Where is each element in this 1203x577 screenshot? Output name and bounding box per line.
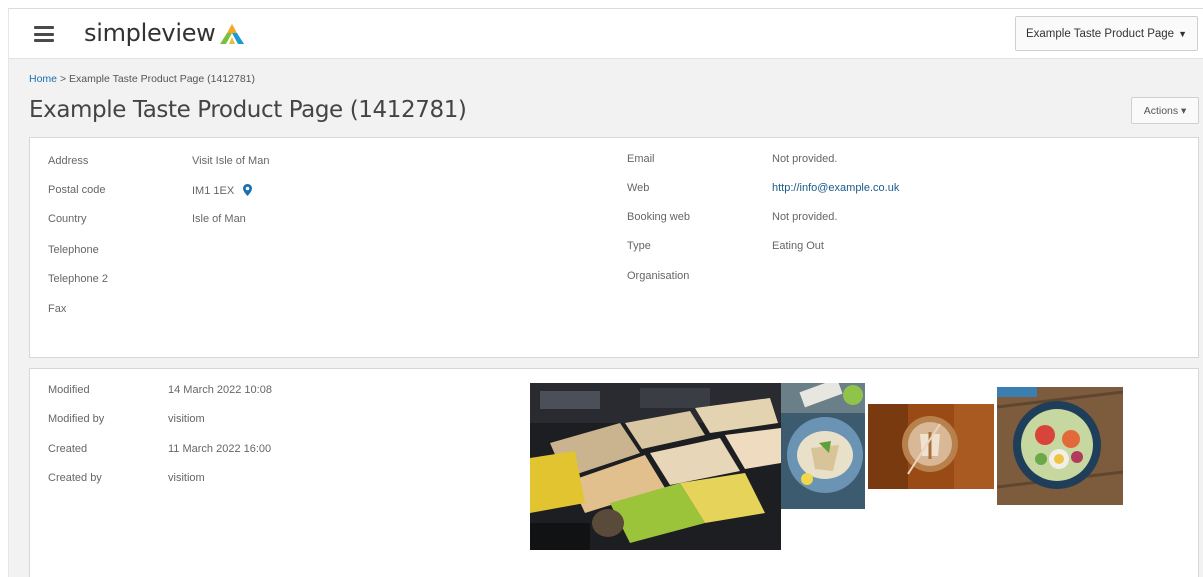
telephone-label: Telephone bbox=[48, 244, 99, 256]
contact-details-panel: Address Visit Isle of Man Postal code IM… bbox=[29, 137, 1199, 358]
map-pin-icon[interactable] bbox=[243, 184, 253, 196]
product-selector-label: Example Taste Product Page bbox=[1025, 27, 1175, 40]
postal-code-field: IM1 1EX bbox=[192, 184, 253, 197]
product-selector-dropdown[interactable]: Example Taste Product Page ▼ bbox=[1015, 16, 1198, 51]
latte-art-photo[interactable] bbox=[868, 404, 994, 489]
email-label: Email bbox=[627, 153, 655, 165]
top-bar: simpleview Example Taste Product Page ▼ bbox=[9, 9, 1203, 59]
type-label: Type bbox=[627, 240, 651, 252]
type-value: Eating Out bbox=[772, 240, 824, 252]
created-value: 11 March 2022 16:00 bbox=[168, 443, 272, 455]
actions-dropdown-button[interactable]: Actions ▾ bbox=[1131, 97, 1199, 124]
fax-label: Fax bbox=[48, 303, 67, 315]
address-value: Visit Isle of Man bbox=[192, 155, 270, 167]
modified-by-value: visitiom bbox=[168, 413, 205, 425]
breadcrumb: Home > Example Taste Product Page (14127… bbox=[29, 73, 255, 85]
country-label: Country bbox=[48, 213, 87, 225]
postal-code-label: Postal code bbox=[48, 184, 106, 196]
telephone-2-label: Telephone 2 bbox=[48, 273, 108, 285]
buffet-trays-photo[interactable] bbox=[530, 383, 781, 550]
booking-web-label: Booking web bbox=[627, 211, 690, 223]
modified-label: Modified bbox=[48, 384, 90, 396]
app-frame: simpleview Example Taste Product Page ▼ … bbox=[8, 8, 1203, 577]
plated-dish-photo[interactable] bbox=[781, 383, 865, 509]
country-value: Isle of Man bbox=[192, 213, 246, 225]
modified-by-label: Modified by bbox=[48, 413, 105, 425]
organisation-label: Organisation bbox=[627, 270, 690, 282]
bowl-dish-photo[interactable] bbox=[997, 387, 1123, 505]
simpleview-logo[interactable]: simpleview bbox=[84, 19, 246, 47]
booking-web-value: Not provided. bbox=[772, 211, 838, 223]
record-meta-panel: Modified 14 March 2022 10:08 Modified by… bbox=[29, 368, 1199, 577]
created-by-label: Created by bbox=[48, 472, 102, 484]
hamburger-menu-icon[interactable] bbox=[34, 26, 54, 42]
created-by-value: visitiom bbox=[168, 472, 205, 484]
page-title: Example Taste Product Page (1412781) bbox=[29, 97, 467, 123]
modified-value: 14 March 2022 10:08 bbox=[168, 384, 272, 396]
breadcrumb-separator: > bbox=[59, 73, 67, 85]
simpleview-logo-mark-icon bbox=[219, 24, 244, 44]
created-label: Created bbox=[48, 443, 88, 455]
address-label: Address bbox=[48, 155, 89, 167]
breadcrumb-home-link[interactable]: Home bbox=[29, 73, 57, 85]
breadcrumb-current: Example Taste Product Page (1412781) bbox=[69, 73, 256, 85]
dropdown-arrow-icon: ▼ bbox=[1178, 28, 1188, 39]
web-label: Web bbox=[627, 182, 650, 194]
email-value: Not provided. bbox=[772, 153, 838, 165]
web-link[interactable]: http://info@example.co.uk bbox=[772, 182, 899, 194]
logo-text: simpleview bbox=[84, 19, 216, 47]
postal-code-value: IM1 1EX bbox=[192, 185, 235, 197]
